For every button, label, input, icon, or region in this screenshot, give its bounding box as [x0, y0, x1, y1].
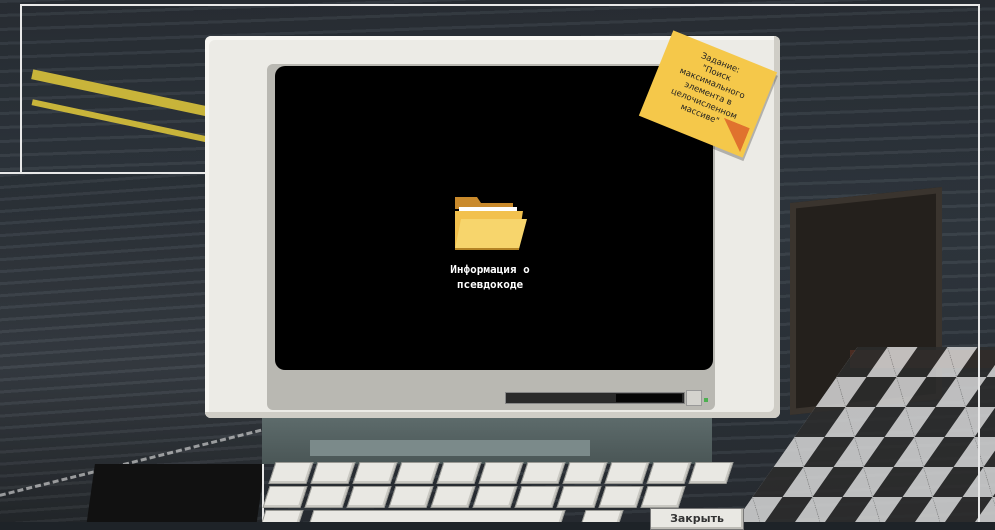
drive-slot-opening	[616, 394, 682, 402]
keyboard-key	[268, 462, 314, 484]
floppy-drive-slot	[505, 392, 685, 404]
keyboard-key	[352, 462, 398, 484]
keyboard-key	[604, 462, 650, 484]
keyboard-key	[394, 462, 440, 484]
dark-object	[85, 464, 262, 522]
keyboard-key	[598, 486, 644, 508]
power-led	[704, 398, 708, 402]
keyboard-key	[388, 486, 434, 508]
keyboard-key	[646, 462, 692, 484]
keyboard-key	[262, 486, 308, 508]
keyboard-key	[310, 462, 356, 484]
keyboard-key	[304, 486, 350, 508]
pseudocode-info-folder[interactable]	[453, 193, 529, 253]
keyboard-key	[520, 462, 566, 484]
keyboard-key	[688, 462, 734, 484]
keyboard-key	[478, 462, 524, 484]
keyboard-key	[640, 486, 686, 508]
keyboard-key	[562, 462, 608, 484]
folder-icon	[455, 197, 527, 250]
keyboard-key	[346, 486, 392, 508]
keyboard-key	[578, 510, 624, 522]
keyboard-key	[514, 486, 560, 508]
spacebar-key	[306, 510, 566, 522]
keyboard-key	[430, 486, 476, 508]
keyboard-key	[262, 510, 304, 522]
drive-eject-button	[686, 390, 702, 406]
folder-label: Информация о псевдокоде	[450, 263, 530, 291]
close-button[interactable]: Закрыть	[650, 508, 744, 530]
keyboard-key	[556, 486, 602, 508]
keyboard-key	[436, 462, 482, 484]
base-vent	[310, 440, 590, 456]
keyboard-key	[472, 486, 518, 508]
